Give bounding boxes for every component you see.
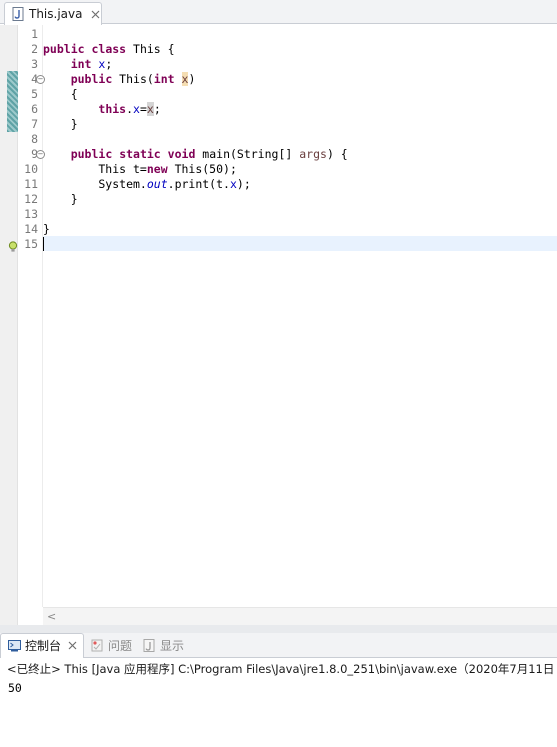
code-line: System.out.print(t.x); <box>43 177 251 191</box>
tab-console-label: 控制台 <box>25 639 62 653</box>
console-output: 50 <box>8 681 22 695</box>
line-number: 7 <box>31 117 38 131</box>
line-number: 12 <box>24 192 38 206</box>
java-file-icon <box>11 7 25 21</box>
problems-icon <box>90 638 104 652</box>
bottom-panel-tabs: 控制台 问题 显示 <box>0 632 557 658</box>
line-number: 5 <box>31 87 38 101</box>
editor-left-ruler <box>0 25 18 625</box>
tab-console[interactable]: 控制台 <box>0 632 85 658</box>
code-line: public class This { <box>43 42 175 56</box>
code-line: int x; <box>70 57 113 71</box>
console-icon <box>7 639 21 653</box>
line-number: 1 <box>31 27 38 41</box>
code-line: public static void main(String[] args) { <box>70 147 348 161</box>
code-line: } <box>43 222 50 236</box>
console-view[interactable]: <已终止> This [Java 应用程序] C:\Program Files\… <box>0 658 557 747</box>
code-line: public This(int x) <box>70 72 196 86</box>
horizontal-scrollbar[interactable]: < <box>43 607 557 625</box>
line-number: 8 <box>31 132 38 146</box>
tab-problems[interactable]: 问题 <box>84 633 136 658</box>
close-icon[interactable] <box>90 9 100 19</box>
code-line: { <box>43 87 78 101</box>
code-line: } <box>43 192 78 206</box>
code-line: This t=new This(50); <box>43 162 237 176</box>
editor-tab-bar: This.java <box>0 0 557 25</box>
display-icon <box>142 638 156 652</box>
line-number: 6 <box>31 102 38 116</box>
editor-tab-this-java[interactable]: This.java <box>4 2 102 25</box>
quick-diff-marker <box>7 71 18 132</box>
close-icon[interactable] <box>67 641 77 651</box>
line-number-gutter: 1 2 3 4−5 6 7 8 9−10 11 12 13 14 15 <box>18 25 45 607</box>
scroll-left-arrow[interactable]: < <box>47 610 56 623</box>
code-line: this.x=x; <box>98 102 161 116</box>
console-status-line: <已终止> This [Java 应用程序] C:\Program Files\… <box>7 662 555 676</box>
tab-problems-label: 问题 <box>108 638 133 653</box>
code-line <box>43 237 557 252</box>
code-text-area[interactable]: public class This { int x; public This(i… <box>43 25 557 607</box>
lightbulb-icon[interactable] <box>8 238 18 252</box>
tab-display-label: 显示 <box>160 638 185 653</box>
code-editor[interactable]: 1 2 3 4−5 6 7 8 9−10 11 12 13 14 15 public class Thi… <box>0 25 557 625</box>
editor-tab-title: This.java <box>29 7 83 21</box>
line-number: 10 <box>24 162 38 176</box>
line-number: 11 <box>24 177 38 191</box>
line-number: 2 <box>31 42 38 56</box>
text-caret <box>43 237 44 251</box>
line-number: 13 <box>24 207 38 221</box>
tab-display[interactable]: 显示 <box>136 633 188 658</box>
code-line: } <box>43 117 78 131</box>
line-number: 14 <box>24 222 38 236</box>
line-number: 3 <box>31 57 38 71</box>
line-number: 15 <box>24 237 38 251</box>
